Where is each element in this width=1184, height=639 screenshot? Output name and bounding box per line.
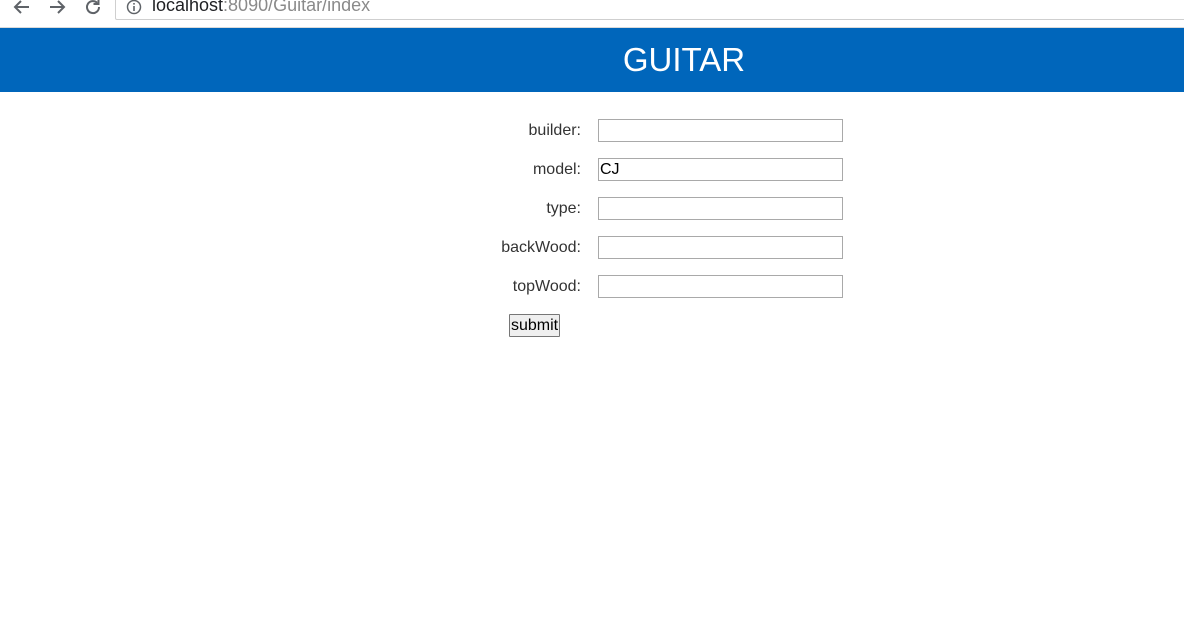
submit-button[interactable]: submit	[509, 314, 560, 337]
reload-button[interactable]	[80, 0, 106, 20]
form-row-backwood: backWood:	[0, 236, 1184, 260]
model-label: model:	[532, 161, 581, 178]
url-text[interactable]: localhost:8090/Guitar/index	[152, 0, 370, 16]
info-icon[interactable]	[126, 0, 142, 15]
builder-input[interactable]	[598, 119, 843, 142]
type-label: type:	[546, 200, 581, 217]
model-input[interactable]	[598, 158, 843, 181]
page-title: GUITAR	[622, 41, 746, 78]
form-row-type: type:	[0, 197, 1184, 221]
forward-button[interactable]	[44, 0, 70, 20]
browser-toolbar: localhost:8090/Guitar/index	[0, 0, 1184, 28]
address-bar[interactable]: localhost:8090/Guitar/index	[115, 0, 1184, 20]
back-button[interactable]	[9, 0, 35, 20]
url-path: :8090/Guitar/index	[223, 0, 371, 15]
arrow-right-icon	[50, 0, 66, 14]
backwood-input[interactable]	[598, 236, 843, 259]
reload-icon	[86, 0, 101, 15]
builder-label: builder:	[528, 122, 581, 139]
backwood-label: backWood:	[501, 239, 581, 256]
topwood-label: topWood:	[512, 278, 581, 295]
topwood-input[interactable]	[598, 275, 843, 298]
form-row-builder: builder:	[0, 119, 1184, 143]
type-input[interactable]	[598, 197, 843, 220]
url-host: localhost	[152, 0, 224, 15]
form-row-model: model:	[0, 158, 1184, 182]
arrow-left-icon	[13, 0, 29, 14]
page-header: GUITAR	[0, 28, 1184, 92]
form-row-topwood: topWood:	[0, 275, 1184, 299]
